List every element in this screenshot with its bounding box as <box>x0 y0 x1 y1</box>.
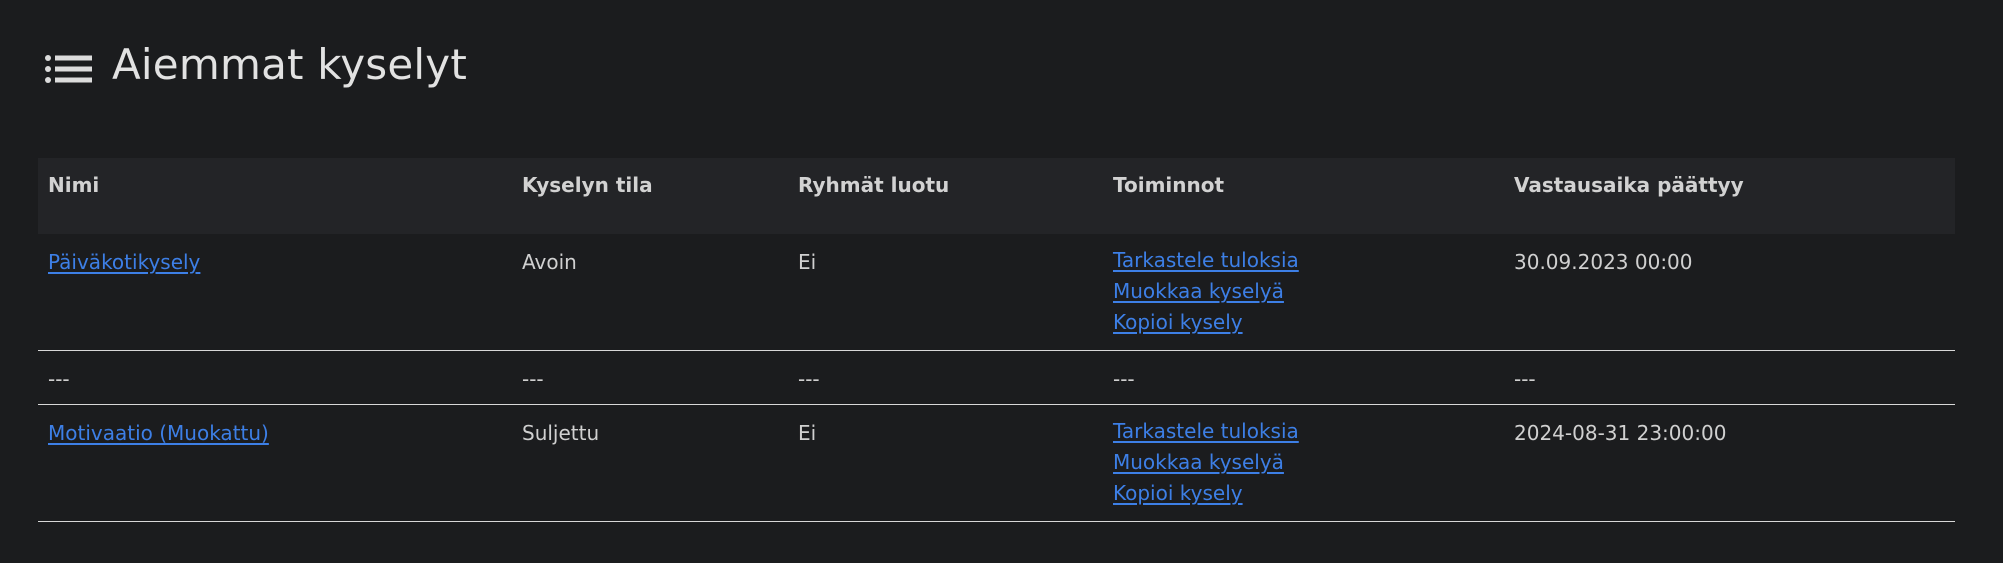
surveys-table: Nimi Kyselyn tila Ryhmät luotu Toiminnot… <box>38 158 1955 522</box>
column-header-deadline: Vastausaika päättyy <box>1514 173 1744 197</box>
edit-survey-link[interactable]: Muokkaa kyselyä <box>1113 276 1494 307</box>
view-results-link[interactable]: Tarkastele tuloksia <box>1113 416 1494 447</box>
table-row: Motivaatio (Muokattu) Suljettu Ei Tarkas… <box>38 405 1955 522</box>
placeholder-cell: --- <box>798 367 820 391</box>
copy-survey-link[interactable]: Kopioi kysely <box>1113 478 1494 509</box>
groups-created: Ei <box>798 421 817 445</box>
column-header-actions: Toiminnot <box>1113 173 1225 197</box>
survey-name-link[interactable]: Motivaatio (Muokattu) <box>48 421 269 445</box>
column-header-name: Nimi <box>48 173 100 197</box>
survey-status: Avoin <box>522 250 577 274</box>
list-icon <box>45 55 92 83</box>
actions-cell: Tarkastele tuloksia Muokkaa kyselyä Kopi… <box>1103 405 1504 522</box>
survey-name-link[interactable]: Päiväkotikysely <box>48 250 200 274</box>
table-header-row: Nimi Kyselyn tila Ryhmät luotu Toiminnot… <box>38 158 1955 234</box>
survey-status: Suljettu <box>522 421 600 445</box>
table-row: --- --- --- --- --- <box>38 351 1955 405</box>
page-heading: Aiemmat kyselyt <box>44 36 467 92</box>
copy-survey-link[interactable]: Kopioi kysely <box>1113 307 1494 338</box>
placeholder-cell: --- <box>1514 367 1536 391</box>
page-title: Aiemmat kyselyt <box>112 39 468 89</box>
view-results-link[interactable]: Tarkastele tuloksia <box>1113 245 1494 276</box>
table-row: Päiväkotikysely Avoin Ei Tarkastele tulo… <box>38 234 1955 351</box>
response-deadline: 30.09.2023 00:00 <box>1514 250 1693 274</box>
placeholder-cell: --- <box>48 367 70 391</box>
placeholder-cell: --- <box>522 367 544 391</box>
response-deadline: 2024-08-31 23:00:00 <box>1514 421 1727 445</box>
edit-survey-link[interactable]: Muokkaa kyselyä <box>1113 447 1494 478</box>
column-header-status: Kyselyn tila <box>522 173 653 197</box>
page: Aiemmat kyselyt Nimi Kyselyn tila Ryhmät… <box>0 0 2003 563</box>
groups-created: Ei <box>798 250 817 274</box>
actions-cell: Tarkastele tuloksia Muokkaa kyselyä Kopi… <box>1103 234 1504 351</box>
placeholder-cell: --- <box>1113 367 1135 391</box>
column-header-groups: Ryhmät luotu <box>798 173 950 197</box>
